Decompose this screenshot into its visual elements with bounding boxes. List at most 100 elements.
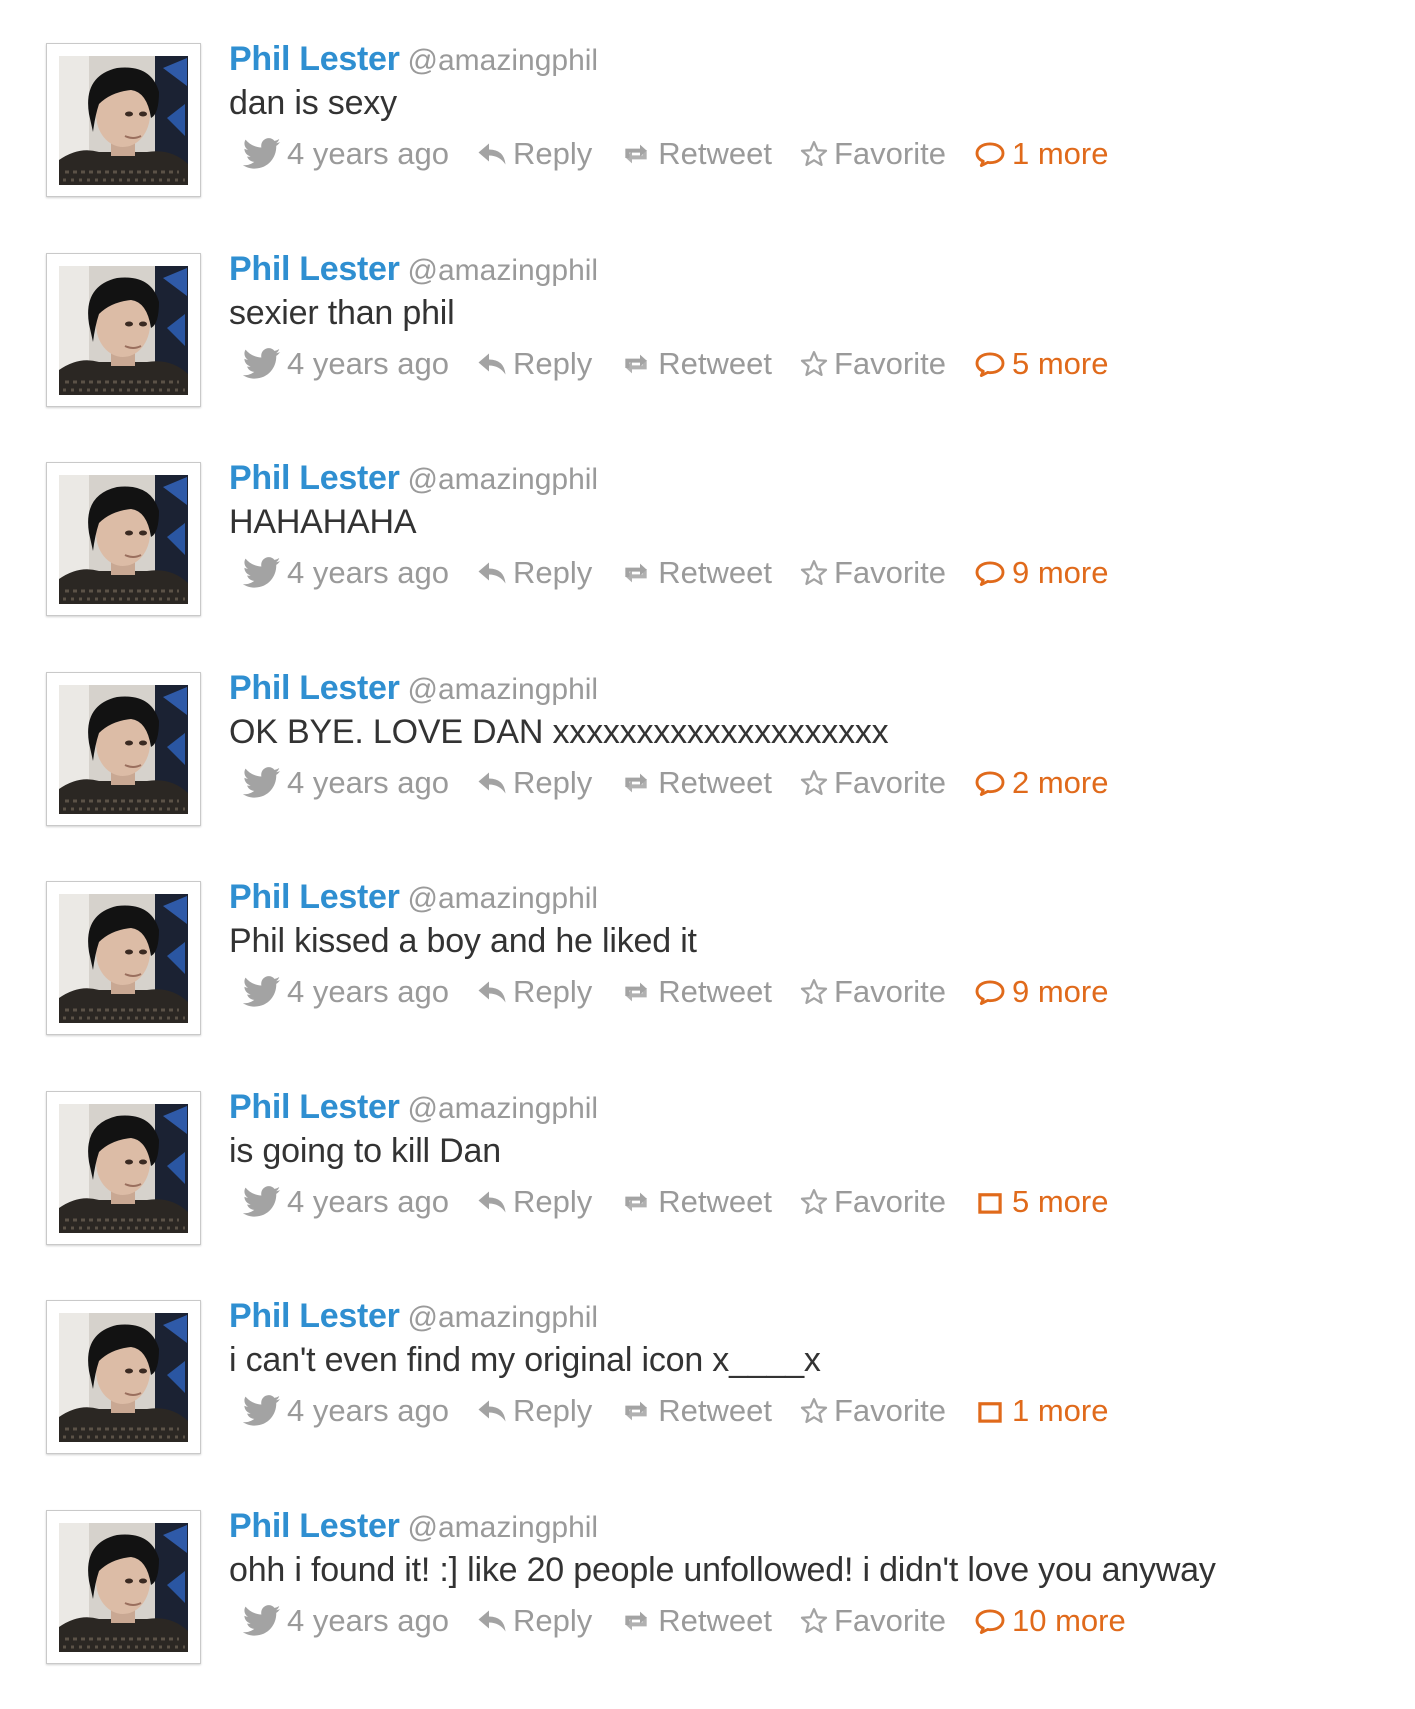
retweet-label: Retweet (658, 765, 772, 800)
reply-button[interactable]: Reply (477, 555, 592, 591)
retweet-label: Retweet (658, 1184, 772, 1219)
reply-button[interactable]: Reply (477, 346, 592, 382)
speech-bubble-icon (975, 142, 1005, 167)
square-icon (978, 1402, 1002, 1423)
tweet-actions: 4 years ago Reply Retweet Favorite (243, 972, 1136, 1012)
author-handle[interactable]: @amazingphil (408, 254, 599, 287)
tweet-header: Phil Lester @amazingphil (229, 459, 598, 503)
timestamp[interactable]: 4 years ago (243, 1603, 449, 1639)
favorite-button[interactable]: Favorite (800, 555, 946, 591)
timestamp[interactable]: 4 years ago (243, 136, 449, 172)
favorite-button[interactable]: Favorite (800, 765, 946, 801)
avatar[interactable] (46, 43, 201, 197)
more-replies-link[interactable]: 10 more (974, 1603, 1126, 1639)
avatar[interactable] (46, 462, 201, 616)
author-handle[interactable]: @amazingphil (408, 463, 599, 496)
reply-button[interactable]: Reply (477, 765, 592, 801)
favorite-label: Favorite (834, 555, 946, 590)
reply-button[interactable]: Reply (477, 1603, 592, 1639)
retweet-button[interactable]: Retweet (620, 136, 772, 172)
favorite-button[interactable]: Favorite (800, 1603, 946, 1639)
favorite-label: Favorite (834, 136, 946, 171)
favorite-button[interactable]: Favorite (800, 1393, 946, 1429)
author-handle[interactable]: @amazingphil (408, 1092, 599, 1125)
timestamp[interactable]: 4 years ago (243, 1393, 449, 1429)
retweet-arrows-icon (625, 1192, 647, 1212)
reply-button[interactable]: Reply (477, 974, 592, 1010)
avatar[interactable] (46, 1510, 201, 1664)
tweet-4: Phil Lester @amazingphil OK BYE. LOVE DAN… (0, 629, 1415, 826)
more-label: 9 more (1011, 974, 1109, 1009)
author-name[interactable]: Phil Lester (229, 669, 400, 707)
retweet-button[interactable]: Retweet (620, 1393, 772, 1429)
reply-button[interactable]: Reply (477, 1184, 592, 1220)
more-replies-link[interactable]: 5 more (974, 346, 1108, 382)
timestamp[interactable]: 4 years ago (243, 974, 449, 1010)
more-replies-link[interactable]: 9 more (974, 974, 1108, 1010)
author-name[interactable]: Phil Lester (229, 1507, 400, 1545)
reply-label: Reply (513, 974, 593, 1009)
author-name[interactable]: Phil Lester (229, 1088, 400, 1126)
more-replies-link[interactable]: 9 more (974, 555, 1108, 591)
author-handle[interactable]: @amazingphil (408, 673, 599, 706)
twitter-bird-icon (243, 557, 281, 588)
retweet-button[interactable]: Retweet (620, 346, 772, 382)
avatar-photo (59, 1523, 188, 1652)
more-label: 10 more (1011, 1603, 1126, 1638)
favorite-button[interactable]: Favorite (800, 136, 946, 172)
timestamp-label: 4 years ago (287, 346, 449, 381)
reply-label: Reply (513, 1603, 593, 1638)
author-handle[interactable]: @amazingphil (408, 1301, 599, 1334)
timestamp[interactable]: 4 years ago (243, 555, 449, 591)
retweet-arrows-icon (625, 982, 647, 1002)
avatar[interactable] (46, 672, 201, 826)
author-name[interactable]: Phil Lester (229, 40, 400, 78)
retweet-button[interactable]: Retweet (620, 1184, 772, 1220)
author-name[interactable]: Phil Lester (229, 1297, 400, 1335)
twitter-bird-icon (243, 1186, 281, 1217)
reply-button[interactable]: Reply (477, 136, 592, 172)
more-replies-link[interactable]: 1 more (974, 136, 1108, 172)
author-name[interactable]: Phil Lester (229, 878, 400, 916)
favorite-label: Favorite (834, 1603, 946, 1638)
avatar[interactable] (46, 1091, 201, 1245)
star-outline-icon (800, 1397, 828, 1424)
timestamp[interactable]: 4 years ago (243, 346, 449, 382)
retweet-button[interactable]: Retweet (620, 765, 772, 801)
reply-label: Reply (513, 136, 593, 171)
author-handle[interactable]: @amazingphil (408, 44, 599, 77)
favorite-button[interactable]: Favorite (800, 974, 946, 1010)
more-label: 5 more (1011, 1184, 1109, 1219)
avatar[interactable] (46, 881, 201, 1035)
author-handle[interactable]: @amazingphil (408, 1511, 599, 1544)
more-replies-link[interactable]: 1 more (974, 1393, 1108, 1429)
retweet-button[interactable]: Retweet (620, 1603, 772, 1639)
timestamp[interactable]: 4 years ago (243, 765, 449, 801)
tweet-header: Phil Lester @amazingphil (229, 878, 598, 922)
author-name[interactable]: Phil Lester (229, 459, 400, 497)
timestamp[interactable]: 4 years ago (243, 1184, 449, 1220)
retweet-arrows-icon (625, 773, 647, 793)
favorite-button[interactable]: Favorite (800, 346, 946, 382)
author-name[interactable]: Phil Lester (229, 250, 400, 288)
timestamp-label: 4 years ago (287, 136, 449, 171)
avatar-photo (59, 685, 188, 814)
reply-arrow-icon (478, 1400, 506, 1422)
avatar-photo (59, 56, 188, 185)
avatar[interactable] (46, 253, 201, 407)
avatar[interactable] (46, 1300, 201, 1454)
avatar-photo (59, 266, 188, 395)
more-replies-link[interactable]: 5 more (974, 1184, 1108, 1220)
tweet-2: Phil Lester @amazingphil sexier than phil… (0, 210, 1415, 407)
avatar-photo (59, 894, 188, 1023)
author-handle[interactable]: @amazingphil (408, 882, 599, 915)
favorite-button[interactable]: Favorite (800, 1184, 946, 1220)
reply-button[interactable]: Reply (477, 1393, 592, 1429)
reply-arrow-icon (478, 353, 506, 375)
retweet-button[interactable]: Retweet (620, 974, 772, 1010)
retweet-arrows-icon (625, 563, 647, 583)
retweet-button[interactable]: Retweet (620, 555, 772, 591)
more-label: 1 more (1011, 136, 1109, 171)
twitter-bird-icon (243, 348, 281, 379)
more-replies-link[interactable]: 2 more (974, 765, 1108, 801)
